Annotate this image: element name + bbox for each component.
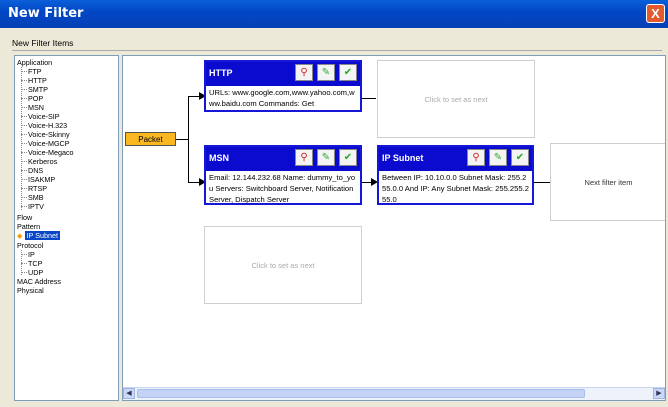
next-slot[interactable]: Click to set as next	[204, 226, 362, 304]
tree-node-voice-megaco[interactable]: Voice-Megaco	[28, 148, 74, 157]
horizontal-scrollbar[interactable]: ◀ ▶	[123, 387, 665, 400]
filter-box-body: Between IP: 10.10.0.0 Subnet Mask: 255.2…	[382, 173, 529, 204]
tree-node-dns[interactable]: DNS	[28, 166, 43, 175]
tree-selected-label: IP Subnet	[24, 231, 60, 240]
tree-node-protocol[interactable]: Protocol	[17, 241, 43, 250]
tree-connector	[21, 134, 27, 135]
filter-icon[interactable]: ⚲	[295, 149, 313, 166]
tree-node-pop[interactable]: POP	[28, 94, 43, 103]
window-title: New Filter	[8, 6, 84, 21]
next-filter-item[interactable]: Next filter item	[550, 143, 665, 221]
tree-connector	[21, 206, 27, 207]
tree-node-http[interactable]: HTTP	[28, 76, 47, 85]
tree-node-rtsp[interactable]: RTSP	[28, 184, 47, 193]
tree-node-flow[interactable]: Flow	[17, 213, 32, 222]
tree-node-pattern-ip-subnet[interactable]: ◆ IP Subnet	[17, 231, 60, 240]
diamond-icon: ◆	[17, 231, 23, 240]
filter-icon[interactable]: ⚲	[295, 64, 313, 81]
edit-icon[interactable]: ✎	[489, 149, 507, 166]
tree-node-msn[interactable]: MSN	[28, 103, 44, 112]
edit-icon[interactable]: ✎	[317, 64, 335, 81]
tree-node-tcp[interactable]: TCP	[28, 259, 42, 268]
packet-node[interactable]: Packet	[125, 132, 176, 146]
close-button[interactable]: X	[646, 4, 665, 23]
filter-canvas: Packet HTTP ⚲ ✎ ✔ URLs: www.google.com,w…	[122, 55, 666, 401]
tree-node-ip[interactable]: IP	[28, 250, 35, 259]
filter-box-title: MSN	[209, 153, 229, 163]
tree-node-voice-mgcp[interactable]: Voice-MGCP	[28, 139, 70, 148]
tree-node-physical[interactable]: Physical	[17, 286, 44, 295]
apply-icon[interactable]: ✔	[511, 149, 529, 166]
tree-connector	[21, 272, 27, 273]
title-bar: New Filter X	[0, 0, 668, 28]
filter-box-header: IP Subnet ⚲ ✎ ✔	[379, 147, 532, 171]
tree-connector	[21, 254, 27, 255]
filter-box-header: MSN ⚲ ✎ ✔	[206, 147, 360, 171]
filter-box-http[interactable]: HTTP ⚲ ✎ ✔ URLs: www.google.com,www.yaho…	[204, 60, 362, 112]
section-label: New Filter Items	[12, 38, 74, 48]
tree-connector	[21, 263, 27, 264]
scroll-left-icon[interactable]: ◀	[123, 388, 135, 399]
tree-connector	[21, 116, 27, 117]
tree-node-smtp[interactable]: SMTP	[28, 85, 48, 94]
tree-connector	[21, 107, 27, 108]
scroll-thumb[interactable]	[137, 389, 585, 398]
filter-box-header: HTTP ⚲ ✎ ✔	[206, 62, 360, 86]
filter-tree[interactable]: Application FTP HTTP SMTP POP MSN Voice-…	[14, 55, 119, 401]
section-divider	[12, 50, 662, 51]
filter-box-title: HTTP	[209, 68, 233, 78]
tree-node-mac-address[interactable]: MAC Address	[17, 277, 61, 286]
tree-connector	[21, 197, 27, 198]
connector-line	[362, 98, 376, 99]
tree-connector	[21, 170, 27, 171]
tree-node-iptv[interactable]: IPTV	[28, 202, 44, 211]
tree-node-voice-sip[interactable]: Voice-SIP	[28, 112, 60, 121]
connector-line	[188, 96, 189, 183]
tree-node-application[interactable]: Application	[17, 58, 52, 67]
tree-connector	[21, 143, 27, 144]
tree-connector	[21, 152, 27, 153]
tree-node-isakmp[interactable]: ISAKMP	[28, 175, 55, 184]
tree-connector	[21, 80, 27, 81]
filter-icon[interactable]: ⚲	[467, 149, 485, 166]
tree-node-voice-h323[interactable]: Voice-H.323	[28, 121, 67, 130]
filter-box-body: URLs: www.google.com,www.yahoo.com,www.b…	[209, 88, 355, 108]
connector-line	[534, 182, 550, 183]
tree-connector	[21, 71, 27, 72]
tree-connector	[21, 188, 27, 189]
filter-box-title: IP Subnet	[382, 153, 424, 163]
scroll-right-icon[interactable]: ▶	[653, 388, 665, 399]
tree-node-kerberos[interactable]: Kerberos	[28, 157, 57, 166]
filter-box-body: Email: 12.144.232.68 Name: dummy_to_you …	[209, 173, 356, 204]
tree-connector	[21, 179, 27, 180]
tree-connector	[21, 89, 27, 90]
tree-connector	[21, 125, 27, 126]
tree-connector	[21, 161, 27, 162]
next-slot[interactable]: Click to set as next	[377, 60, 535, 138]
tree-node-ftp[interactable]: FTP	[28, 67, 42, 76]
apply-icon[interactable]: ✔	[339, 64, 357, 81]
tree-node-voice-skinny[interactable]: Voice-Skinny	[28, 130, 70, 139]
apply-icon[interactable]: ✔	[339, 149, 357, 166]
filter-box-ip-subnet[interactable]: IP Subnet ⚲ ✎ ✔ Between IP: 10.10.0.0 Su…	[377, 145, 534, 205]
tree-node-udp[interactable]: UDP	[28, 268, 43, 277]
tree-node-pattern[interactable]: Pattern	[17, 222, 40, 231]
edit-icon[interactable]: ✎	[317, 149, 335, 166]
filter-box-msn[interactable]: MSN ⚲ ✎ ✔ Email: 12.144.232.68 Name: dum…	[204, 145, 362, 205]
tree-node-smb[interactable]: SMB	[28, 193, 44, 202]
connector-line	[176, 139, 188, 140]
tree-connector	[21, 98, 27, 99]
